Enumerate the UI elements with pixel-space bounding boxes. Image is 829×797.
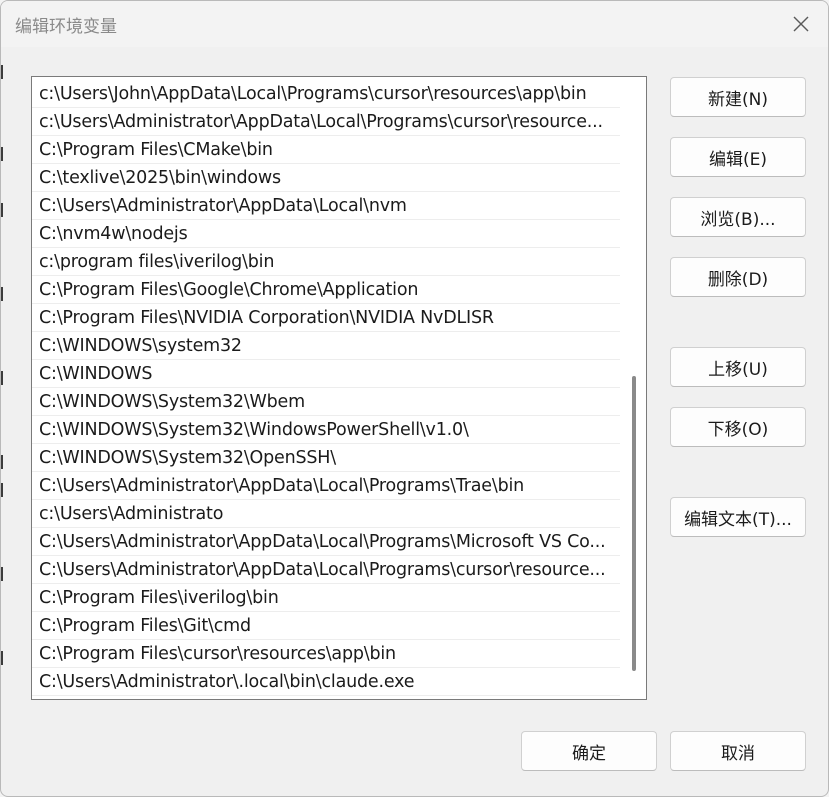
path-list-item[interactable]: c:\Users\John\AppData\Local\Programs\cur… bbox=[32, 80, 620, 108]
path-list-item[interactable]: C:\Users\Administrator\AppData\Local\nvm bbox=[32, 192, 620, 220]
vertical-scrollbar[interactable] bbox=[622, 77, 646, 699]
move-down-button[interactable]: 下移(O) bbox=[670, 407, 806, 447]
delete-button[interactable]: 删除(D) bbox=[670, 257, 806, 297]
path-list-item[interactable]: C:\WINDOWS\System32\OpenSSH\ bbox=[32, 444, 620, 472]
edit-button[interactable]: 编辑(E) bbox=[670, 137, 806, 177]
dialog-title: 编辑环境变量 bbox=[15, 17, 117, 37]
path-list-item[interactable]: C:\WINDOWS\System32\WindowsPowerShell\v1… bbox=[32, 416, 620, 444]
scrollbar-thumb[interactable] bbox=[632, 376, 636, 671]
title-bar: 编辑环境变量 bbox=[1, 1, 828, 47]
edit-env-var-dialog: 编辑环境变量 c:\Users\John\AppData\Local\Progr… bbox=[0, 0, 829, 797]
path-list-item[interactable]: C:\Users\Administrator\.local\bin\claude… bbox=[32, 668, 620, 696]
path-list-item[interactable]: C:\WINDOWS bbox=[32, 360, 620, 388]
path-list-item[interactable]: C:\texlive\2025\bin\windows bbox=[32, 164, 620, 192]
path-list-item[interactable]: c:\program files\iverilog\bin bbox=[32, 248, 620, 276]
background-window-edge bbox=[1, 47, 4, 796]
path-list-item[interactable]: C:\Program Files\iverilog\bin bbox=[32, 584, 620, 612]
path-list-items: c:\Users\John\AppData\Local\Programs\cur… bbox=[32, 80, 620, 696]
path-list-item[interactable]: C:\Program Files\NVIDIA Corporation\NVID… bbox=[32, 304, 620, 332]
path-list-item[interactable]: C:\Program Files\CMake\bin bbox=[32, 136, 620, 164]
new-button[interactable]: 新建(N) bbox=[670, 77, 806, 117]
path-list[interactable]: c:\Users\John\AppData\Local\Programs\cur… bbox=[31, 76, 647, 700]
ok-button[interactable]: 确定 bbox=[521, 731, 657, 771]
path-list-item[interactable]: C:\Users\Administrator\AppData\Local\Pro… bbox=[32, 528, 620, 556]
cancel-button[interactable]: 取消 bbox=[670, 731, 806, 771]
path-list-item[interactable]: c:\Users\Administrator\AppData\Local\Pro… bbox=[32, 108, 620, 136]
browse-button[interactable]: 浏览(B)... bbox=[670, 197, 806, 237]
path-list-item[interactable]: c:\Users\Administrato bbox=[32, 500, 620, 528]
path-list-item[interactable]: C:\Users\Administrator\AppData\Local\Pro… bbox=[32, 556, 620, 584]
path-list-item[interactable]: C:\Program Files\Google\Chrome\Applicati… bbox=[32, 276, 620, 304]
close-button[interactable] bbox=[786, 9, 816, 39]
path-list-item[interactable]: C:\WINDOWS\System32\Wbem bbox=[32, 388, 620, 416]
edit-text-button[interactable]: 编辑文本(T)... bbox=[670, 497, 806, 537]
path-list-item[interactable]: C:\Program Files\Git\cmd bbox=[32, 612, 620, 640]
path-list-item[interactable]: C:\WINDOWS\system32 bbox=[32, 332, 620, 360]
path-list-item[interactable]: C:\Users\Administrator\AppData\Local\Pro… bbox=[32, 472, 620, 500]
move-up-button[interactable]: 上移(U) bbox=[670, 347, 806, 387]
path-list-item[interactable]: C:\nvm4w\nodejs bbox=[32, 220, 620, 248]
close-icon bbox=[793, 16, 809, 32]
path-list-item[interactable]: C:\Program Files\cursor\resources\app\bi… bbox=[32, 640, 620, 668]
